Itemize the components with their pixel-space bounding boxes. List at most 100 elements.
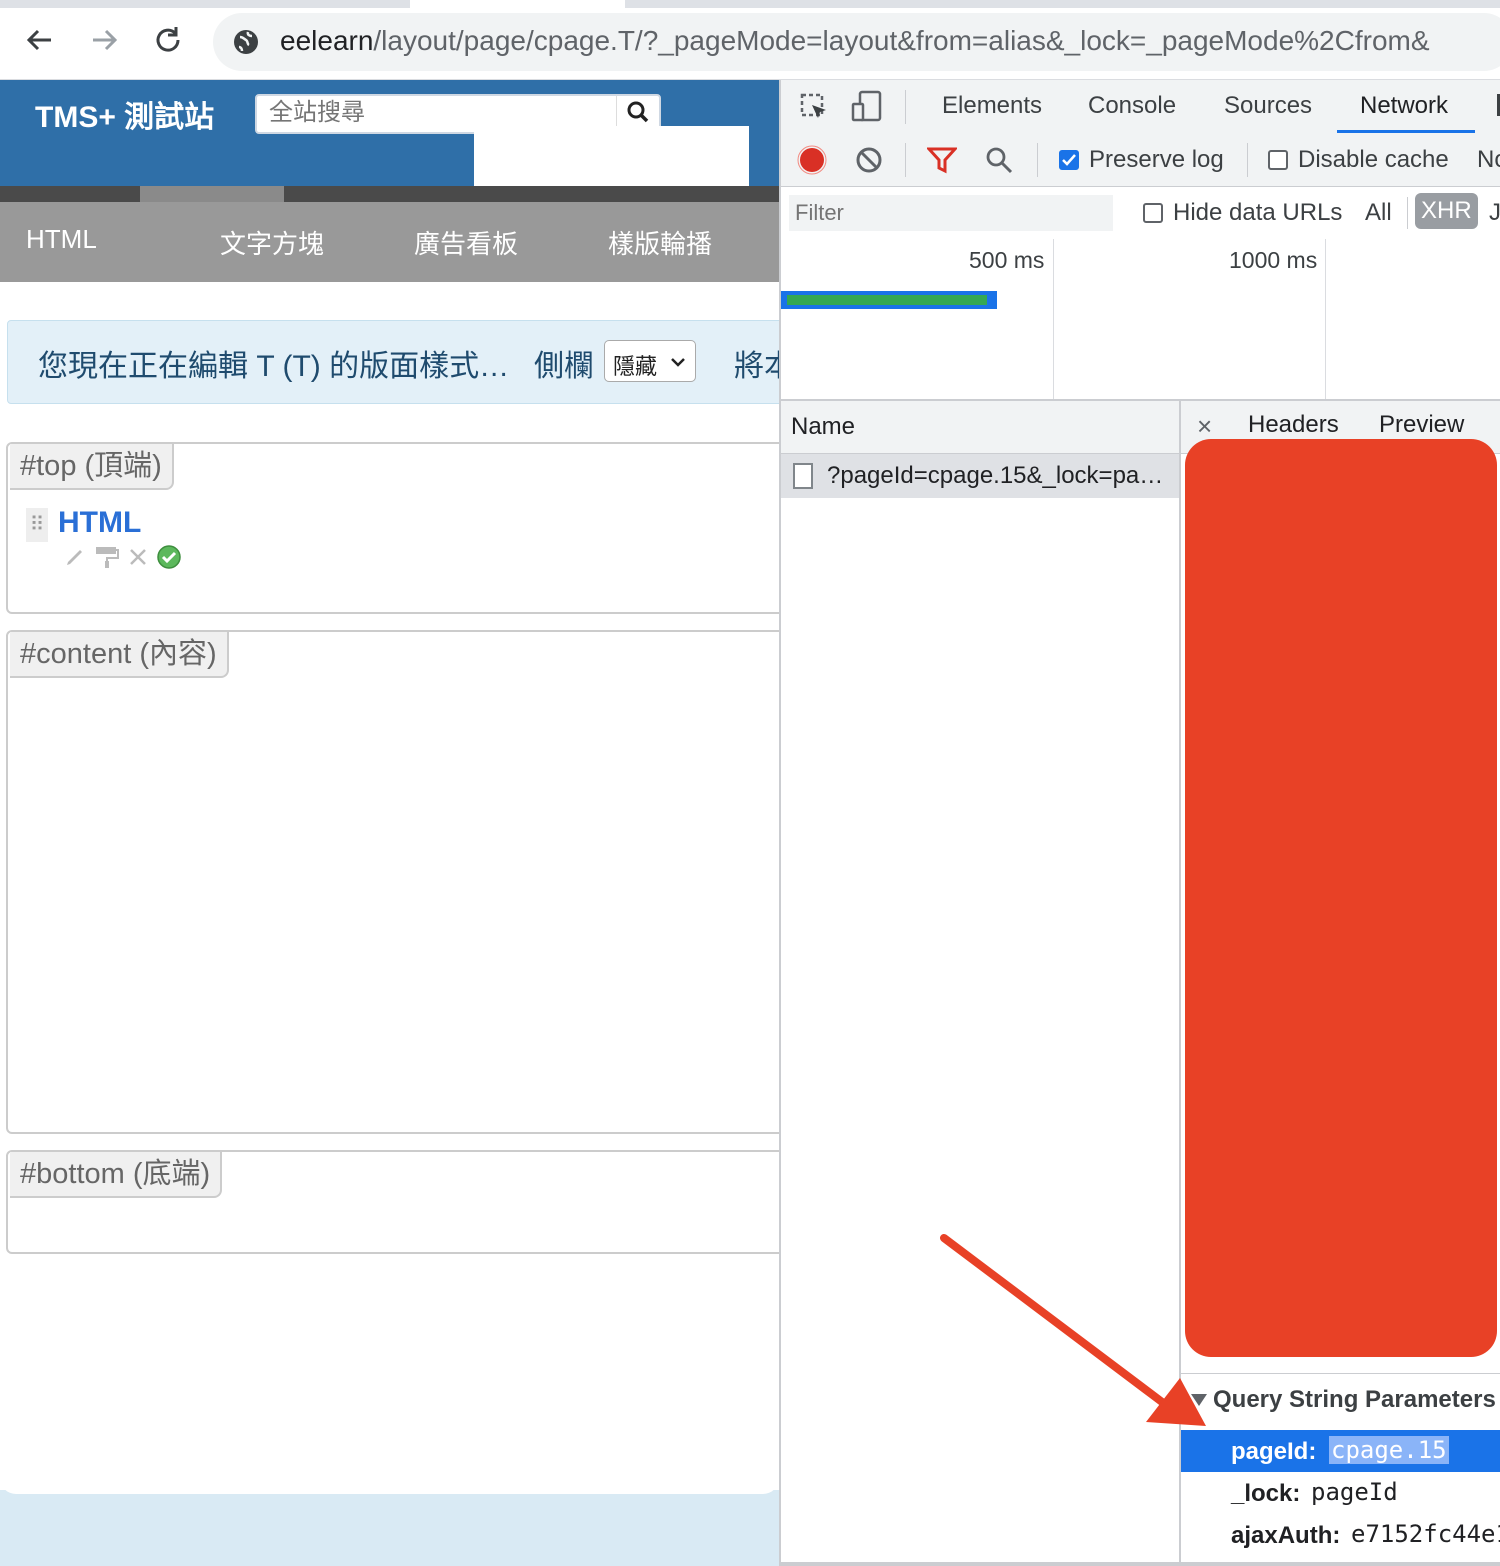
param-key: _lock: <box>1231 1480 1301 1507</box>
sidebar-select-value: 隱藏 <box>613 354 658 379</box>
filter-funnel-icon[interactable] <box>925 146 959 179</box>
page-footer-background <box>0 1490 779 1566</box>
param-value[interactable]: e7152fc44e1 <box>1351 1520 1500 1548</box>
record-icon[interactable] <box>797 145 827 180</box>
active-tab-indicator <box>1337 130 1475 133</box>
tab-sources[interactable]: Sources <box>1224 92 1312 120</box>
triangle-down-icon <box>1191 1394 1207 1406</box>
sidebar-select[interactable]: 隱藏 <box>604 340 696 382</box>
timeline-gridline <box>1325 239 1326 399</box>
param-key: ajaxAuth: <box>1231 1522 1341 1549</box>
search-icon[interactable] <box>985 146 1013 179</box>
close-icon[interactable]: × <box>1197 411 1212 442</box>
admin-strip-active <box>140 186 284 202</box>
search-input[interactable] <box>267 98 611 128</box>
inspect-element-icon[interactable] <box>799 92 829 127</box>
layout-notice: 您現在正在編輯 T (T) 的版面樣式… 側欄 隱藏 將本 <box>7 320 779 404</box>
tab-strip <box>0 0 1500 8</box>
site-header: TMS+ 測試站 <box>0 80 779 186</box>
request-timing-bar <box>781 291 997 309</box>
toolbar-divider <box>1247 143 1248 177</box>
query-param-row[interactable]: pageId: cpage.15 <box>1181 1430 1500 1472</box>
timeline-tick-1000: 1000 ms <box>1229 247 1318 273</box>
globe-icon[interactable] <box>231 27 261 62</box>
toolbar-divider <box>1407 197 1408 229</box>
arrow-right-icon[interactable] <box>86 22 122 58</box>
query-param-row[interactable]: ajaxAuth: e7152fc44e1 <box>1181 1514 1500 1556</box>
delete-x-icon[interactable] <box>128 547 148 572</box>
type-filter-xhr[interactable]: XHR <box>1415 193 1478 229</box>
edit-pencil-icon[interactable] <box>64 546 86 573</box>
region-bottom: #bottom (底端) <box>6 1150 779 1254</box>
menu-item-html[interactable]: HTML <box>26 224 97 255</box>
menu-item-banner[interactable]: 廣告看板 <box>414 224 518 261</box>
name-header-label: Name <box>791 413 856 440</box>
throttling-select[interactable]: No <box>1477 146 1500 174</box>
type-filter-js[interactable]: J <box>1489 199 1500 227</box>
preserve-log-label: Preserve log <box>1089 146 1224 173</box>
region-top-label: #top (頂端) <box>10 444 174 490</box>
url-host: eelearn <box>280 25 374 56</box>
toolbar-divider <box>905 90 906 124</box>
site-title[interactable]: TMS+ 測試站 <box>35 92 214 136</box>
name-column-header[interactable]: Name <box>781 401 1179 454</box>
check-circle-icon[interactable] <box>156 544 182 575</box>
search-icon[interactable] <box>616 96 659 128</box>
query-string-section-header[interactable]: Query String Parameters <box>1181 1373 1500 1426</box>
reload-icon[interactable] <box>150 22 186 58</box>
tab-elements[interactable]: Elements <box>942 92 1042 120</box>
request-row[interactable]: ?pageId=cpage.15&_lock=pa… <box>781 454 1179 498</box>
request-detail-panel: × Headers Preview Query String Parameter… <box>1181 401 1500 1566</box>
region-content-label: #content (內容) <box>10 632 229 678</box>
disable-cache-checkbox[interactable] <box>1268 150 1288 170</box>
devtools-tabbar: Elements Console Sources Network <box>781 80 1500 135</box>
tab-network[interactable]: Network <box>1360 92 1448 120</box>
param-value[interactable]: cpage.15 <box>1329 1436 1449 1464</box>
request-list: Name ?pageId=cpage.15&_lock=pa… <box>781 401 1181 1566</box>
filter-input[interactable] <box>789 195 1113 231</box>
toolbar-divider <box>905 143 906 177</box>
web-page: TMS+ 測試站 HTML 文字方塊 廣告看板 樣版輪播 您現在正在編輯 T (… <box>0 80 779 1566</box>
device-toolbar-icon[interactable] <box>851 90 883 127</box>
clear-icon[interactable] <box>855 146 883 179</box>
header-blank-area <box>474 126 749 186</box>
redaction-overlay <box>1185 439 1497 1357</box>
preserve-log-checkbox[interactable] <box>1059 150 1079 170</box>
page-card-bottom <box>0 1478 779 1494</box>
type-filter-all[interactable]: All <box>1365 199 1392 227</box>
timeline-tick-500: 500 ms <box>969 247 1045 273</box>
tab-console[interactable]: Console <box>1088 92 1176 120</box>
tab-preview[interactable]: Preview <box>1379 411 1464 439</box>
disable-cache-toggle[interactable]: Disable cache <box>1268 146 1449 174</box>
notice-text: 您現在正在編輯 T (T) 的版面樣式… <box>38 350 510 383</box>
tab-headers[interactable]: Headers <box>1248 411 1339 439</box>
hide-data-urls-toggle[interactable]: Hide data URLs <box>1143 199 1342 227</box>
preserve-log-toggle[interactable]: Preserve log <box>1059 146 1224 174</box>
drag-handle-icon[interactable]: ⠿ <box>26 508 48 542</box>
query-string-title: Query String Parameters <box>1213 1386 1496 1413</box>
widget-menu: HTML 文字方塊 廣告看板 樣版輪播 <box>0 202 779 282</box>
arrow-left-icon[interactable] <box>22 22 58 58</box>
browser-toolbar: eelearn/layout/page/cpage.T/?_pageMode=l… <box>0 8 1500 80</box>
active-tab[interactable] <box>410 0 625 8</box>
disable-cache-label: Disable cache <box>1298 146 1449 173</box>
widget-actions <box>64 544 182 575</box>
menu-item-carousel[interactable]: 樣版輪播 <box>608 224 712 261</box>
hide-data-urls-checkbox[interactable] <box>1143 203 1163 223</box>
query-param-row[interactable]: _lock: pageId <box>1181 1472 1500 1514</box>
devtools-bottom-border <box>781 1562 1500 1566</box>
region-bottom-label: #bottom (底端) <box>10 1152 223 1198</box>
menu-item-textbox[interactable]: 文字方塊 <box>220 224 324 261</box>
document-icon <box>793 463 813 489</box>
widget-title[interactable]: HTML <box>58 506 141 540</box>
timeline-overview[interactable]: 500 ms 1000 ms <box>781 239 1500 401</box>
network-toolbar: Preserve log Disable cache No <box>781 134 1500 187</box>
timeline-gridline <box>1053 239 1054 399</box>
param-key: pageId: <box>1231 1438 1317 1465</box>
address-bar[interactable]: eelearn/layout/page/cpage.T/?_pageMode=l… <box>213 13 1500 71</box>
request-timing-fill <box>787 295 987 305</box>
url-text[interactable]: eelearn/layout/page/cpage.T/?_pageMode=l… <box>280 25 1430 57</box>
paint-roller-icon[interactable] <box>94 545 120 574</box>
admin-strip <box>0 186 779 202</box>
param-value[interactable]: pageId <box>1311 1478 1398 1506</box>
